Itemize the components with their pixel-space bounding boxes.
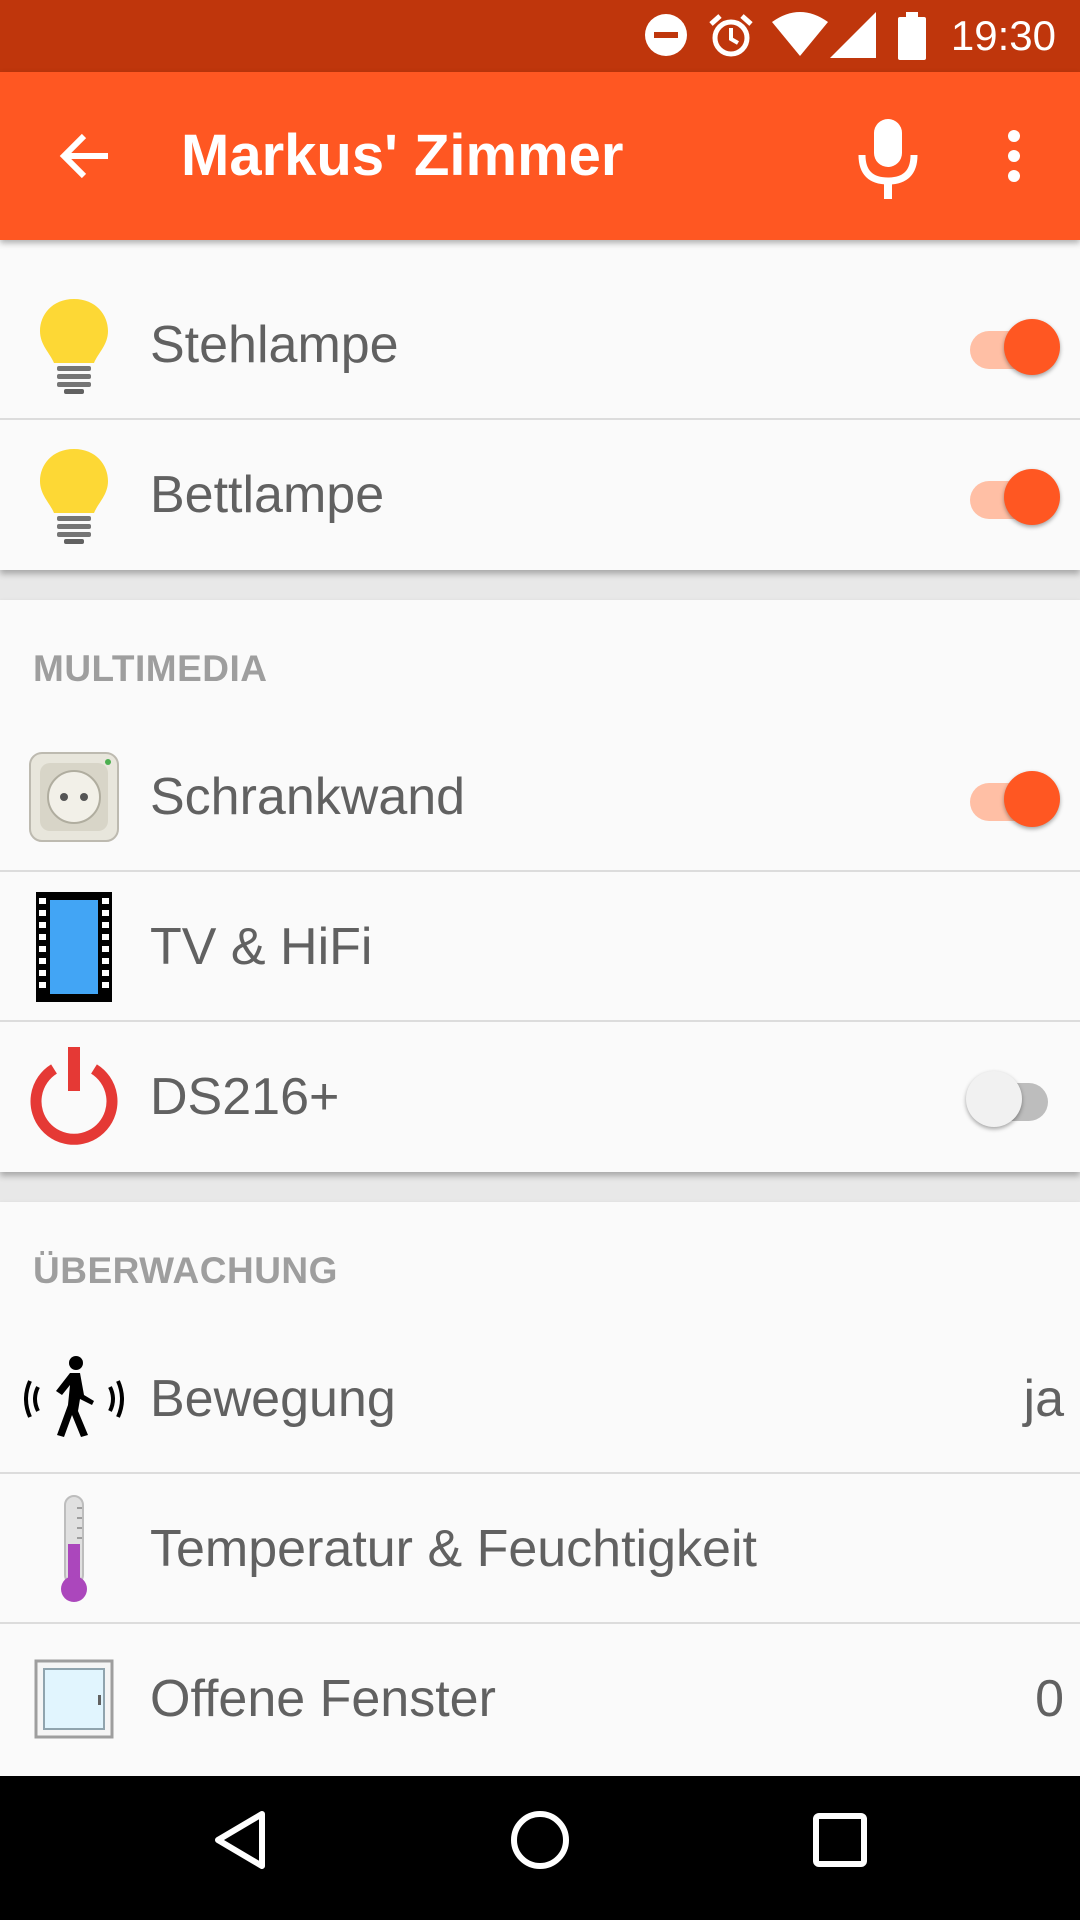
cell-signal-icon: [830, 12, 876, 63]
thermometer-icon: [24, 1495, 124, 1602]
app-bar: Markus' Zimmer: [0, 72, 1080, 240]
device-list: Stehlampe Bettlampe MULTIMEDIA Schrankwa…: [0, 240, 1080, 1776]
list-item-offene-fenster[interactable]: Offene Fenster 0: [0, 1624, 1080, 1774]
list-item-ds216[interactable]: DS216+: [0, 1022, 1080, 1172]
back-arrow-icon[interactable]: [56, 126, 116, 191]
recents-square-icon[interactable]: [808, 1808, 872, 1877]
list-item-temperatur[interactable]: Temperatur & Feuchtigkeit: [0, 1474, 1080, 1624]
item-value: ja: [1023, 1370, 1064, 1428]
item-label: TV & HiFi: [150, 918, 373, 976]
do-not-disturb-icon: [643, 12, 689, 63]
list-item-tv-hifi[interactable]: TV & HiFi: [0, 872, 1080, 1022]
wifi-icon: [772, 12, 828, 63]
list-item-stehlampe[interactable]: Stehlampe: [0, 270, 1080, 420]
status-bar: 19:30: [0, 0, 1080, 72]
multimedia-card: MULTIMEDIA Schrankwand TV & HiFi DS216+: [0, 600, 1080, 1172]
item-label: Offene Fenster: [150, 1670, 496, 1728]
home-circle-icon[interactable]: [508, 1808, 572, 1877]
navigation-bar: [0, 1776, 1080, 1920]
window-icon: [24, 1649, 124, 1749]
motion-sensor-icon: [24, 1349, 124, 1449]
toggle-switch[interactable]: [962, 463, 1062, 527]
lights-card: Stehlampe Bettlampe: [0, 240, 1080, 570]
power-icon: [24, 1047, 124, 1147]
item-label: DS216+: [150, 1068, 340, 1126]
item-label: Temperatur & Feuchtigkeit: [150, 1520, 757, 1578]
status-time: 19:30: [950, 12, 1056, 59]
alarm-icon: [707, 12, 755, 65]
list-item-bewegung[interactable]: Bewegung ja: [0, 1324, 1080, 1474]
list-item-bettlampe[interactable]: Bettlampe: [0, 420, 1080, 570]
section-header: MULTIMEDIA: [33, 648, 268, 689]
page-title: Markus' Zimmer: [181, 123, 624, 188]
toggle-switch[interactable]: [962, 1065, 1062, 1129]
toggle-switch[interactable]: [962, 313, 1062, 377]
item-label: Bettlampe: [150, 466, 385, 524]
battery-icon: [896, 12, 928, 65]
card-gap: [0, 1172, 1080, 1202]
list-item-schrankwand[interactable]: Schrankwand: [0, 722, 1080, 872]
item-label: Bewegung: [150, 1370, 396, 1428]
microphone-icon[interactable]: [856, 117, 920, 206]
item-value: 0: [1035, 1670, 1064, 1728]
item-label: Schrankwand: [150, 768, 466, 826]
item-label: Stehlampe: [150, 316, 399, 374]
light-bulb-icon: [24, 295, 124, 395]
toggle-switch[interactable]: [962, 765, 1062, 829]
film-strip-icon: [24, 892, 124, 1002]
back-triangle-icon[interactable]: [210, 1808, 274, 1877]
light-bulb-icon: [24, 445, 124, 545]
section-header: ÜBERWACHUNG: [33, 1250, 338, 1291]
more-vert-icon[interactable]: [1000, 128, 1028, 189]
card-gap: [0, 570, 1080, 600]
monitoring-card: ÜBERWACHUNG Bewegung ja Temperatur & Feu…: [0, 1202, 1080, 1776]
power-socket-icon: [24, 747, 124, 847]
